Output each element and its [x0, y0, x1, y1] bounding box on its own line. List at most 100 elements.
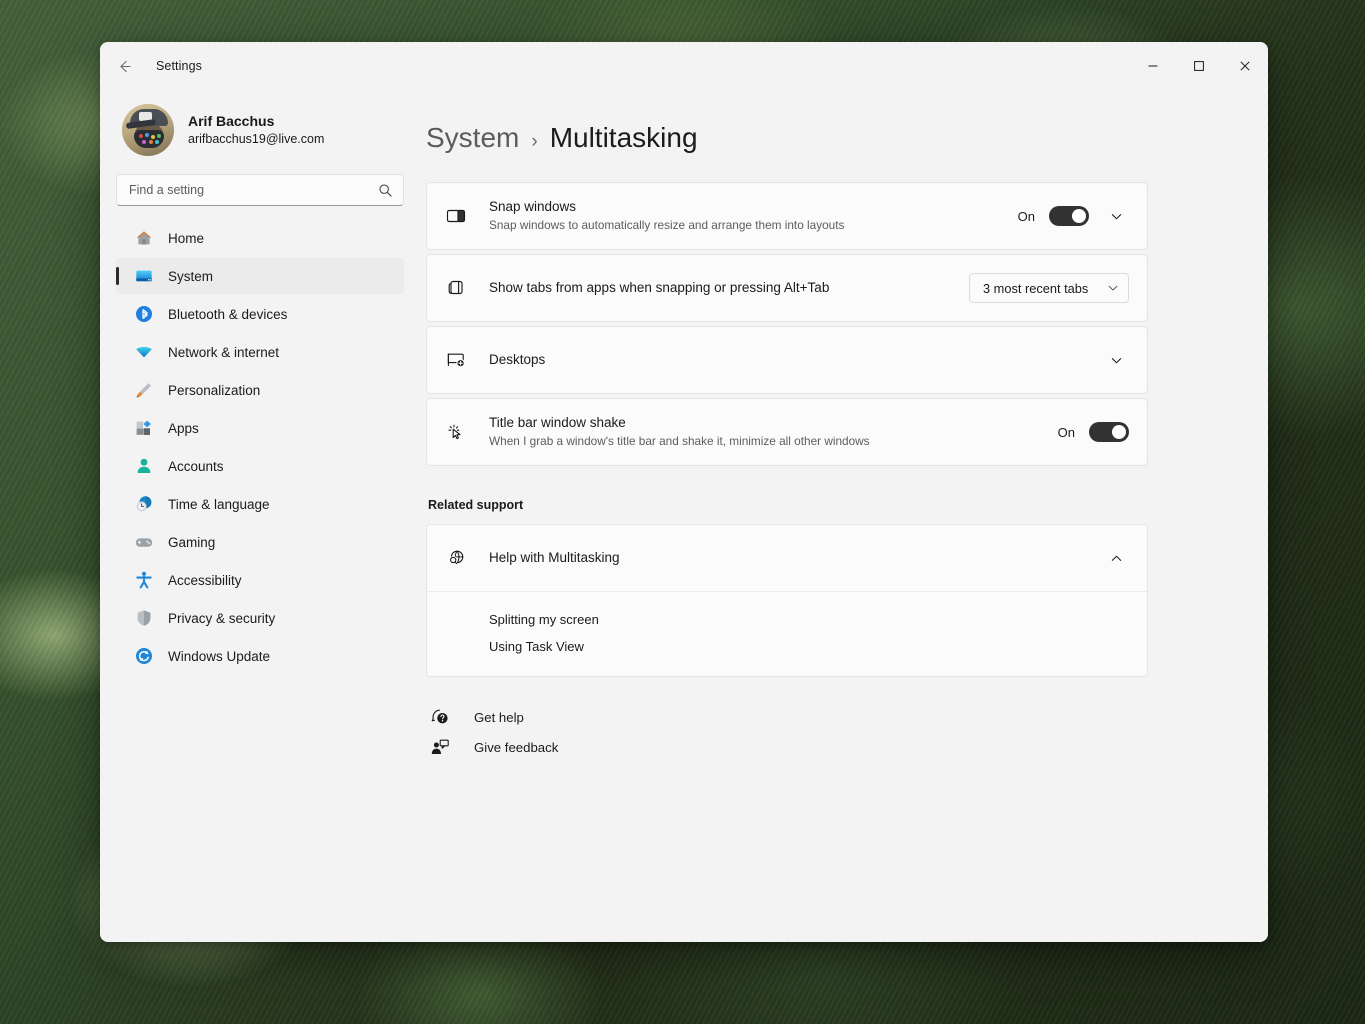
help-link-splitting-my-screen[interactable]: Splitting my screen	[427, 606, 1147, 633]
sidebar: Arif Bacchus arifbacchus19@live.com	[100, 90, 420, 942]
sidebar-item-time-language[interactable]: Time & language	[116, 486, 404, 522]
setting-title: Snap windows	[489, 197, 1002, 217]
setting-card-show-tabs: Show tabs from apps when snapping or pre…	[426, 254, 1148, 322]
window-controls	[1130, 42, 1268, 90]
sidebar-item-accessibility[interactable]: Accessibility	[116, 562, 404, 598]
close-button[interactable]	[1222, 42, 1268, 90]
sidebar-item-network-internet[interactable]: Network & internet	[116, 334, 404, 370]
related-support-heading: Related support	[428, 498, 1148, 512]
minimize-icon	[1147, 60, 1159, 72]
search-box[interactable]	[116, 174, 404, 206]
page-title: Multitasking	[550, 122, 698, 154]
sidebar-item-privacy-security[interactable]: Privacy & security	[116, 600, 404, 636]
sidebar-item-home[interactable]: Home	[116, 220, 404, 256]
title-bar-shake-toggle[interactable]	[1089, 422, 1129, 442]
setting-controls: 3 most recent tabs	[969, 273, 1129, 303]
account-card[interactable]: Arif Bacchus arifbacchus19@live.com	[116, 90, 404, 174]
help-links-list: Splitting my screen Using Task View	[427, 591, 1147, 676]
footer-links: Get help Give feedback	[426, 707, 1148, 757]
wifi-icon	[134, 342, 154, 362]
window-body: Arif Bacchus arifbacchus19@live.com	[100, 90, 1268, 942]
sidebar-item-label: Time & language	[168, 497, 270, 512]
avatar	[122, 104, 174, 156]
get-help-link[interactable]: Get help	[426, 707, 1148, 727]
cursor-shake-icon	[445, 421, 467, 443]
sidebar-item-label: Accounts	[168, 459, 224, 474]
setting-title: Help with Multitasking	[489, 548, 1087, 568]
setting-controls	[1103, 545, 1129, 571]
account-email: arifbacchus19@live.com	[188, 131, 324, 148]
settings-window: Settings	[100, 42, 1268, 942]
update-icon	[134, 646, 154, 666]
home-icon	[134, 228, 154, 248]
give-feedback-link[interactable]: Give feedback	[426, 737, 1148, 757]
collapse-help-button[interactable]	[1103, 545, 1129, 571]
sidebar-item-label: Privacy & security	[168, 611, 275, 626]
sidebar-item-bluetooth-devices[interactable]: Bluetooth & devices	[116, 296, 404, 332]
setting-row-title-bar-shake[interactable]: Title bar window shake When I grab a win…	[427, 399, 1147, 465]
title-bar: Settings	[100, 42, 1268, 90]
back-button[interactable]	[108, 50, 140, 82]
sidebar-item-apps[interactable]: Apps	[116, 410, 404, 446]
sidebar-item-accounts[interactable]: Accounts	[116, 448, 404, 484]
desktop-add-icon	[445, 349, 467, 371]
show-tabs-dropdown[interactable]: 3 most recent tabs	[969, 273, 1129, 303]
help-link-using-task-view[interactable]: Using Task View	[427, 633, 1147, 660]
sidebar-item-label: System	[168, 269, 213, 284]
globe-help-icon	[445, 547, 467, 569]
shield-icon	[134, 608, 154, 628]
sidebar-item-windows-update[interactable]: Windows Update	[116, 638, 404, 674]
related-support-card: Help with Multitasking Splitting my scre…	[426, 524, 1148, 677]
expand-desktops-button[interactable]	[1103, 347, 1129, 373]
sidebar-item-system[interactable]: System	[116, 258, 404, 294]
toggle-state-label: On	[1018, 209, 1035, 224]
sidebar-item-personalization[interactable]: Personalization	[116, 372, 404, 408]
get-help-icon	[430, 707, 450, 727]
setting-controls	[1103, 347, 1129, 373]
chevron-down-icon	[1110, 354, 1123, 367]
setting-controls: On	[1058, 422, 1129, 442]
account-name: Arif Bacchus	[188, 112, 324, 131]
dropdown-value: 3 most recent tabs	[983, 281, 1088, 296]
chevron-up-icon	[1110, 552, 1123, 565]
breadcrumb: System › Multitasking	[426, 122, 1148, 154]
setting-card-snap-windows: Snap windows Snap windows to automatical…	[426, 182, 1148, 250]
tabs-icon	[445, 277, 467, 299]
setting-controls: On	[1018, 203, 1129, 229]
sidebar-item-label: Network & internet	[168, 345, 279, 360]
minimize-button[interactable]	[1130, 42, 1176, 90]
setting-row-snap-windows[interactable]: Snap windows Snap windows to automatical…	[427, 183, 1147, 249]
breadcrumb-separator: ›	[531, 131, 537, 153]
search-input[interactable]	[129, 183, 378, 197]
apps-icon	[134, 418, 154, 438]
footer-link-label: Get help	[474, 710, 524, 725]
back-arrow-icon	[116, 58, 133, 75]
maximize-button[interactable]	[1176, 42, 1222, 90]
sidebar-item-label: Apps	[168, 421, 199, 436]
toggle-knob	[1112, 425, 1126, 439]
sidebar-item-label: Accessibility	[168, 573, 242, 588]
search-icon	[378, 183, 393, 198]
desktop-wallpaper: Settings	[0, 0, 1365, 1024]
expand-snap-windows-button[interactable]	[1103, 203, 1129, 229]
setting-title: Desktops	[489, 350, 1087, 370]
setting-row-show-tabs[interactable]: Show tabs from apps when snapping or pre…	[427, 255, 1147, 321]
setting-card-title-bar-shake: Title bar window shake When I grab a win…	[426, 398, 1148, 466]
feedback-icon	[430, 737, 450, 757]
chevron-down-icon	[1107, 282, 1119, 294]
footer-link-label: Give feedback	[474, 740, 558, 755]
close-icon	[1239, 60, 1251, 72]
app-title: Settings	[156, 59, 202, 73]
gamepad-icon	[134, 532, 154, 552]
chevron-down-icon	[1110, 210, 1123, 223]
breadcrumb-root[interactable]: System	[426, 122, 519, 154]
sidebar-item-gaming[interactable]: Gaming	[116, 524, 404, 560]
snap-windows-toggle[interactable]	[1049, 206, 1089, 226]
setting-title: Show tabs from apps when snapping or pre…	[489, 278, 953, 298]
sidebar-item-label: Gaming	[168, 535, 215, 550]
help-with-multitasking-row[interactable]: Help with Multitasking	[427, 525, 1147, 591]
brush-icon	[134, 380, 154, 400]
setting-title: Title bar window shake	[489, 413, 1042, 433]
setting-subtitle: Snap windows to automatically resize and…	[489, 217, 1002, 235]
setting-row-desktops[interactable]: Desktops	[427, 327, 1147, 393]
